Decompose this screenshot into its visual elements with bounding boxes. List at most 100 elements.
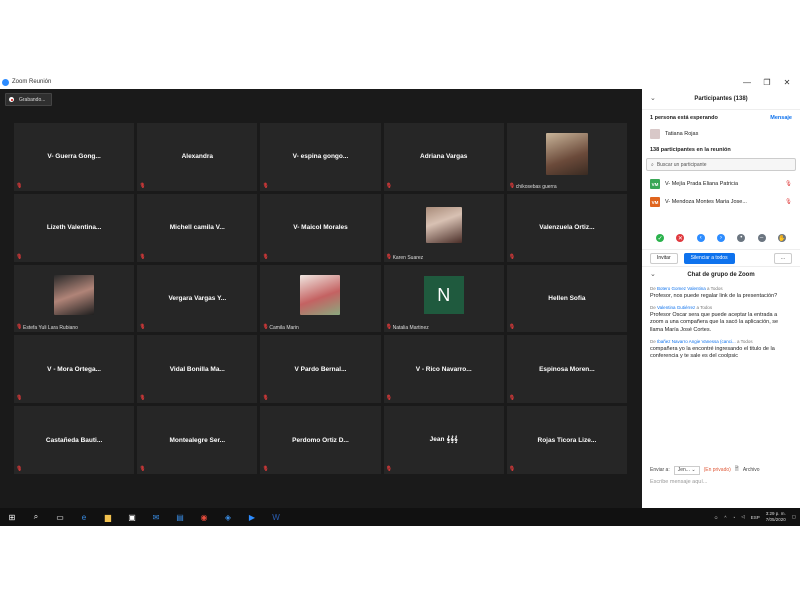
video-tile[interactable]: V Pardo Bernal... bbox=[260, 335, 381, 404]
tile-name: V- Guerra Gong... bbox=[47, 153, 101, 161]
file-icon[interactable]: 🗎 bbox=[735, 466, 739, 474]
action-center-icon[interactable]: ▢ bbox=[792, 514, 796, 520]
video-tile[interactable]: Castañeda Bauti... bbox=[14, 406, 135, 474]
taskbar: ⊞ ⌕ ▭ e ▆ ▣ ✉ ▤ ◉ ◈ ▶ W ☺ ^ ◔ ◁ ESP 3:29… bbox=[0, 508, 800, 526]
chat-sender: Botero Gomez Valentina bbox=[657, 286, 706, 291]
video-tile[interactable]: Adriana Vargas bbox=[383, 123, 504, 191]
close-button[interactable]: ✕ bbox=[774, 75, 800, 89]
waiting-person[interactable]: Tatiana Rojas bbox=[642, 126, 800, 142]
participant-photo bbox=[545, 132, 588, 175]
raise-hand-icon[interactable]: ✋ bbox=[777, 234, 786, 242]
video-tile[interactable]: V- Maicol Morales bbox=[260, 193, 381, 262]
video-tile[interactable]: Montealegre Ser... bbox=[137, 406, 258, 474]
participant-row[interactable]: VM V- Mejía Prada Eliana Patricia 🎙 bbox=[642, 175, 800, 193]
video-tile[interactable]: Jean 𝄞𝄞𝄞 bbox=[383, 406, 504, 474]
video-tile[interactable]: Vidal Bonilla Ma... bbox=[137, 335, 258, 404]
muted-mic-icon bbox=[16, 466, 22, 472]
muted-mic-icon bbox=[262, 183, 268, 189]
message-link[interactable]: Mensaje bbox=[770, 115, 792, 121]
chat-text: Profesor, nos puede regalar link de la p… bbox=[650, 292, 778, 299]
chrome-icon[interactable]: ◉ bbox=[192, 508, 216, 526]
video-tile[interactable]: Perdomo Ortiz D... bbox=[260, 406, 381, 474]
video-tile[interactable]: V - Mora Ortega... bbox=[14, 335, 135, 404]
video-tile[interactable]: V- espina gongo... bbox=[260, 123, 381, 191]
muted-mic-icon bbox=[509, 254, 515, 260]
video-tile[interactable]: V - Rico Navarro... bbox=[383, 335, 504, 404]
clock[interactable]: 3:29 p. m. 7/05/2020 bbox=[766, 511, 786, 523]
participant-photo bbox=[300, 275, 341, 316]
video-tile[interactable]: V- Guerra Gong... bbox=[14, 123, 135, 191]
task-view-icon[interactable]: ▭ bbox=[48, 508, 72, 526]
windows-start-icon[interactable]: ⊞ bbox=[0, 508, 24, 526]
store-icon[interactable]: ▣ bbox=[120, 508, 144, 526]
video-tile[interactable]: Hellen Sofia bbox=[506, 264, 627, 333]
tile-name: Perdomo Ortiz D... bbox=[292, 436, 349, 444]
muted-mic-icon: 🎙 bbox=[785, 199, 792, 205]
avatar: VM bbox=[650, 197, 660, 207]
invite-button[interactable]: Invitar bbox=[650, 252, 678, 264]
file-button[interactable]: Archivo bbox=[743, 467, 760, 473]
tile-name: Hellen Sofia bbox=[548, 294, 586, 302]
language-indicator[interactable]: ESP bbox=[751, 515, 760, 520]
private-label: (En privado) bbox=[703, 467, 731, 473]
camera-icon[interactable]: ▤ bbox=[168, 508, 192, 526]
video-tile[interactable]: Karen Suarez bbox=[383, 193, 504, 262]
muted-mic-icon bbox=[16, 324, 22, 330]
yes-icon[interactable]: ✓ bbox=[656, 234, 665, 242]
clear-icon[interactable]: – bbox=[757, 234, 766, 242]
recording-indicator[interactable]: Grabando... bbox=[5, 93, 53, 106]
video-grid: V- Guerra Gong... Alexandra V- espina go… bbox=[14, 123, 627, 474]
muted-mic-icon bbox=[139, 395, 145, 401]
reaction-bar: ✓ ✕ ‹ › • – ✋ bbox=[642, 231, 800, 245]
video-tile[interactable]: Espinosa Moren... bbox=[506, 335, 627, 404]
avatar: VM bbox=[650, 179, 660, 189]
notifications-chevron-icon[interactable]: ^ bbox=[724, 515, 726, 520]
volume-icon[interactable]: ◁ bbox=[741, 514, 744, 520]
slower-icon[interactable]: ‹ bbox=[696, 234, 705, 242]
video-tile[interactable]: Lizeth Valentina... bbox=[14, 193, 135, 262]
side-panel: ⌄ Participantes (138) 1 persona está esp… bbox=[642, 89, 800, 508]
video-tile[interactable]: chikosebas guerra bbox=[506, 123, 627, 191]
video-tile[interactable]: Rojas Ticora Lize... bbox=[506, 406, 627, 474]
message-input[interactable]: Escribe mensaje aquí... bbox=[650, 479, 707, 485]
no-icon[interactable]: ✕ bbox=[676, 234, 685, 242]
avatar bbox=[650, 129, 660, 139]
app-icon[interactable]: ◈ bbox=[216, 508, 240, 526]
participant-row[interactable]: VM V- Mendoza Montes Maria Jose... 🎙 bbox=[642, 193, 800, 211]
tile-name: Castañeda Bauti... bbox=[45, 436, 103, 444]
edge-icon[interactable]: e bbox=[72, 508, 96, 526]
record-icon bbox=[9, 97, 14, 102]
collapse-chevron-icon[interactable]: ⌄ bbox=[650, 94, 656, 102]
people-icon[interactable]: ☺ bbox=[714, 515, 719, 520]
mute-all-button[interactable]: Silenciar a todos bbox=[683, 252, 735, 264]
mail-icon[interactable]: ✉ bbox=[144, 508, 168, 526]
video-tile[interactable]: Valenzuela Ortiz... bbox=[506, 193, 627, 262]
video-tile[interactable]: N Natalia Martinez bbox=[383, 264, 504, 333]
search-icon[interactable]: ⌕ bbox=[24, 508, 48, 526]
send-to-dropdown[interactable]: Jen... ⌄ bbox=[673, 465, 700, 475]
faster-icon[interactable]: › bbox=[716, 234, 725, 242]
tile-name: Alexandra bbox=[181, 153, 213, 161]
video-tile[interactable]: Vergara Vargas Y... bbox=[137, 264, 258, 333]
muted-mic-icon bbox=[16, 254, 22, 260]
video-tile[interactable]: Camila Marin bbox=[260, 264, 381, 333]
video-tile[interactable]: Estefa Yuli Lara Rubiano bbox=[14, 264, 135, 333]
tile-name: Lizeth Valentina... bbox=[46, 224, 102, 232]
video-tile[interactable]: Alexandra bbox=[137, 123, 258, 191]
word-icon[interactable]: W bbox=[264, 508, 288, 526]
search-input[interactable]: ⌕ Buscar un participante bbox=[646, 158, 796, 171]
send-to-row: Enviar a: Jen... ⌄ (En privado) 🗎 Archiv… bbox=[642, 464, 800, 476]
muted-mic-icon bbox=[386, 254, 392, 260]
collapse-chevron-icon[interactable]: ⌄ bbox=[650, 270, 656, 278]
video-tile[interactable]: Michell camila V... bbox=[137, 193, 258, 262]
system-tray: ☺ ^ ◔ ◁ ESP 3:29 p. m. 7/05/2020 ▢ bbox=[714, 508, 796, 526]
more-button[interactable]: ... bbox=[773, 252, 792, 264]
tile-caption: Camila Marin bbox=[269, 325, 299, 332]
avatar-letter: N bbox=[423, 276, 464, 315]
recording-label: Grabando... bbox=[19, 96, 46, 103]
more-reactions-icon[interactable]: • bbox=[737, 234, 746, 242]
zoom-taskbar-icon[interactable]: ▶ bbox=[240, 508, 264, 526]
network-icon[interactable]: ◔ bbox=[733, 515, 736, 520]
muted-mic-icon bbox=[509, 324, 515, 330]
file-explorer-icon[interactable]: ▆ bbox=[96, 508, 120, 526]
